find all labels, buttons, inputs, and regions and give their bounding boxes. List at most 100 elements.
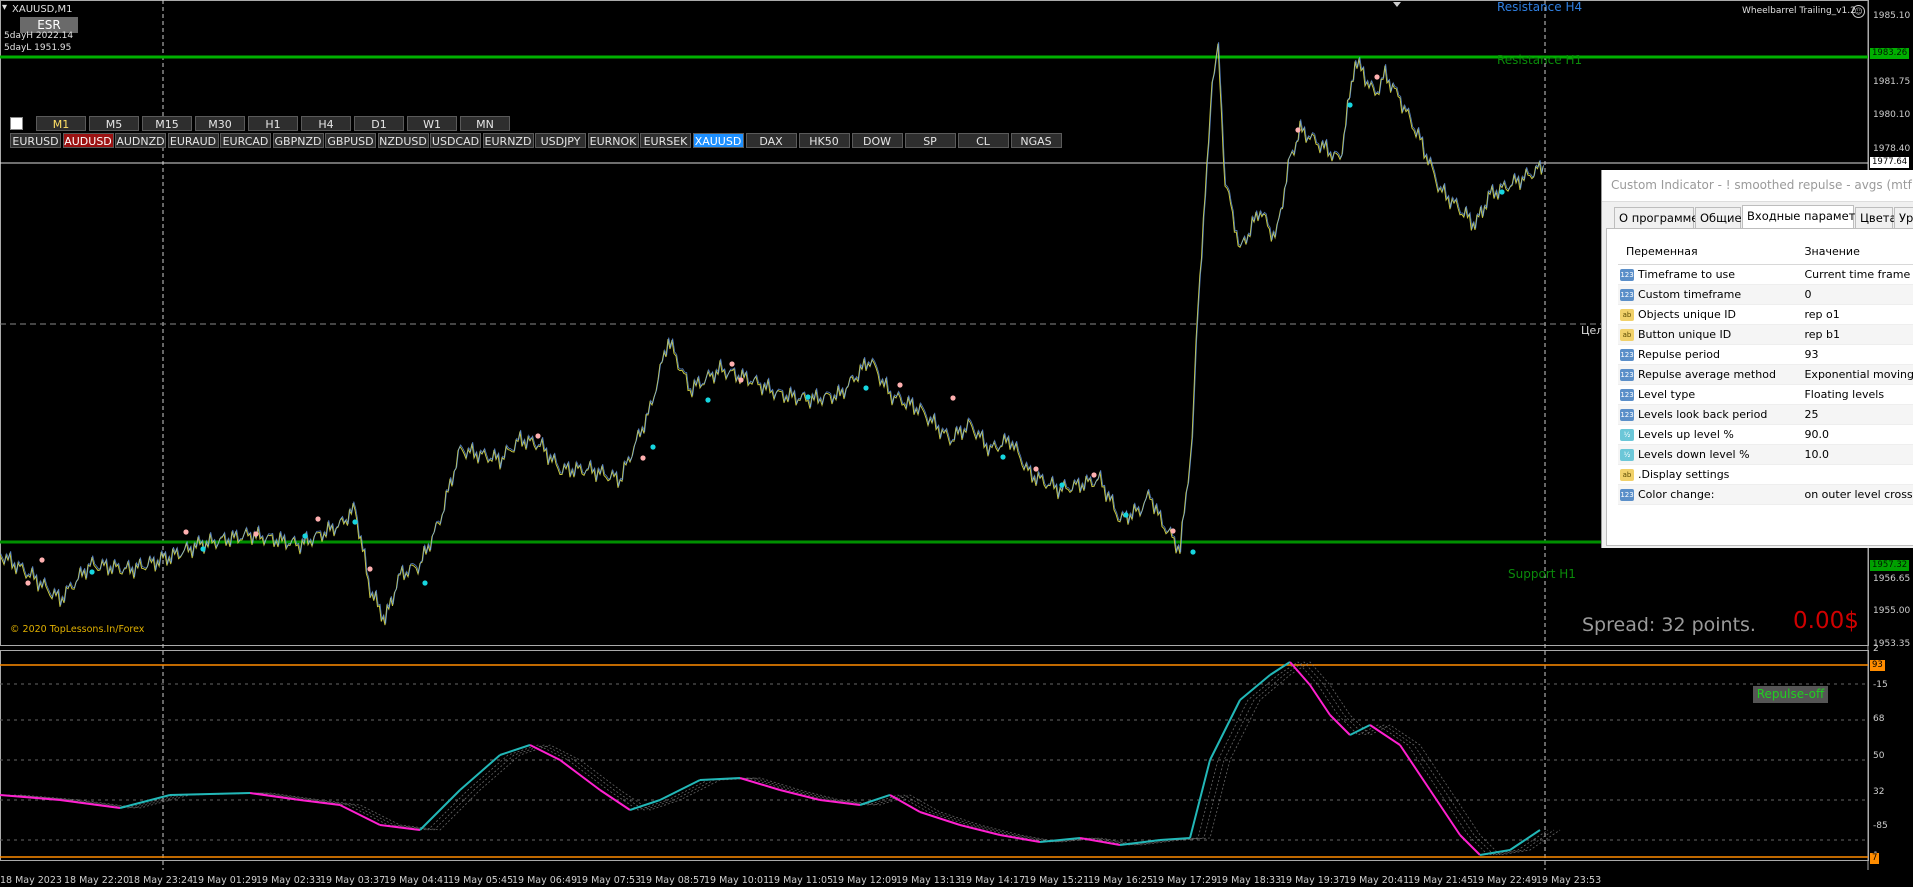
price-axis-label: 1956.65 — [1873, 573, 1911, 584]
buy-signal-dot — [352, 519, 358, 525]
timeframe-button-w1[interactable]: W1 — [407, 116, 457, 131]
parameter-value[interactable]: 93 — [1796, 344, 1913, 365]
parameter-row[interactable]: 123 Custom timeframe 0 — [1618, 284, 1913, 305]
parameter-value[interactable]: Current time frame — [1796, 264, 1913, 285]
symbol-button-nzdusd[interactable]: NZDUSD — [377, 133, 429, 148]
parameter-value[interactable]: Floating levels — [1796, 384, 1913, 405]
repulse-down-segment — [0, 794, 61, 801]
dialog-title[interactable]: Custom Indicator - ! smoothed repulse - … — [1602, 170, 1913, 202]
timeframe-button-m30[interactable]: M30 — [195, 116, 245, 131]
chart-menu-triangle-icon[interactable]: ▾ — [2, 2, 7, 13]
symbol-button-eurcad[interactable]: EURCAD — [220, 133, 271, 148]
parameter-value[interactable]: Exponential moving — [1796, 364, 1913, 385]
parameter-row[interactable]: ab Button unique ID rep b1 — [1618, 324, 1913, 345]
symbol-button-dow[interactable]: DOW — [851, 133, 903, 148]
symbol-button-xauusd[interactable]: XAUUSD — [692, 133, 744, 148]
parameter-name: Objects unique ID — [1638, 308, 1736, 322]
parameter-row[interactable]: ab .Display settings — [1618, 464, 1913, 485]
parameter-value[interactable]: 25 — [1796, 404, 1913, 425]
resistance-h4-label: Resistance H4 — [1497, 0, 1583, 14]
timeframe-button-d1[interactable]: D1 — [354, 116, 404, 131]
dialog-tab-0[interactable]: О программе — [1614, 207, 1698, 228]
time-axis-label: 19 May 10:01 — [704, 875, 770, 886]
dialog-tab-1[interactable]: Общие — [1695, 207, 1742, 228]
parameter-row[interactable]: ab Objects unique ID rep o1 — [1618, 304, 1913, 325]
price-axis-label: 1978.40 — [1873, 143, 1911, 154]
string-icon: ab — [1620, 308, 1634, 321]
symbol-button-gbpnzd[interactable]: GBPNZD — [272, 133, 324, 148]
symbol-button-usdcad[interactable]: USDCAD — [430, 133, 481, 148]
time-axis-label: 19 May 21:45 — [1408, 875, 1474, 886]
parameter-value[interactable] — [1796, 464, 1913, 485]
symbol-button-eursek[interactable]: EURSEK — [640, 133, 691, 148]
smiley-icon: ☺ — [1852, 5, 1865, 18]
int-icon: 123 — [1620, 488, 1634, 501]
resistance-h1-label: Resistance H1 — [1497, 53, 1583, 67]
price-axis-label: 1955.00 — [1873, 606, 1911, 617]
repulse-toggle-button[interactable]: Repulse-off — [1753, 686, 1828, 703]
parameter-name: Color change: — [1638, 488, 1715, 502]
parameter-row[interactable]: 123 Color change: on outer level cross — [1618, 484, 1913, 505]
symbol-button-eurusd[interactable]: EURUSD — [10, 133, 61, 148]
symbol-button-gbpusd[interactable]: GBPUSD — [325, 133, 376, 148]
parameter-row[interactable]: 123 Levels look back period 25 — [1618, 404, 1913, 425]
repulse-up-segment — [659, 779, 701, 801]
buy-signal-dot — [1190, 549, 1196, 555]
parameter-row[interactable]: ½ Levels down level % 10.0 — [1618, 444, 1913, 465]
parameter-row[interactable]: 123 Timeframe to use Current time frame — [1618, 264, 1913, 285]
indicator-axis-label: 50 — [1873, 750, 1885, 761]
sell-signal-dot — [183, 529, 189, 535]
column-header-value[interactable]: Значение — [1796, 238, 1913, 265]
time-axis-label: 19 May 12:09 — [832, 875, 898, 886]
symbol-button-audusd[interactable]: AUDUSD — [62, 133, 114, 148]
parameter-value[interactable]: 0 — [1796, 284, 1913, 305]
parameter-row[interactable]: 123 Repulse average method Exponential mov… — [1618, 364, 1913, 385]
symbol-button-dax[interactable]: DAX — [745, 133, 797, 148]
parameter-value[interactable]: 90.0 — [1796, 424, 1913, 445]
timeframe-button-mn[interactable]: MN — [460, 116, 510, 131]
parameter-value[interactable]: rep b1 — [1796, 324, 1913, 345]
parameter-value[interactable]: rep o1 — [1796, 304, 1913, 325]
symbol-button-ngas[interactable]: NGAS — [1010, 133, 1062, 148]
panel-checkbox[interactable] — [10, 117, 23, 130]
timeframe-button-m5[interactable]: M5 — [89, 116, 139, 131]
symbol-button-eurnok[interactable]: EURNOK — [587, 133, 639, 148]
parameter-value[interactable]: on outer level cross — [1796, 484, 1913, 505]
timeframe-button-h4[interactable]: H4 — [301, 116, 351, 131]
symbol-button-euraud[interactable]: EURAUD — [167, 133, 219, 148]
double-icon: ½ — [1620, 448, 1634, 461]
indicator-axis-label: 32 — [1873, 786, 1885, 797]
repulse-average-line — [13, 661, 1555, 856]
symbol-button-hk50[interactable]: HK50 — [798, 133, 850, 148]
dialog-tab-2[interactable]: Входные параметры — [1742, 205, 1872, 228]
timeframe-button-m15[interactable]: M15 — [142, 116, 192, 131]
timeframe-button-m1[interactable]: M1 — [36, 116, 86, 131]
symbol-button-usdjpy[interactable]: USDJPY — [535, 133, 586, 148]
timeframe-button-h1[interactable]: H1 — [248, 116, 298, 131]
time-axis-label: 18 May 22:20 — [64, 875, 130, 886]
time-axis-label: 19 May 03:37 — [320, 875, 386, 886]
support-h1-label: Support H1 — [1508, 567, 1576, 581]
dialog-tab-3[interactable]: Цвета — [1855, 207, 1897, 228]
symbol-button-sp[interactable]: SP — [904, 133, 956, 148]
parameter-name: Repulse average method — [1638, 368, 1776, 382]
current-price-tag: 1977.64 — [1870, 157, 1910, 168]
parameter-row[interactable]: ½ Levels up level % 90.0 — [1618, 424, 1913, 445]
time-axis-label: 19 May 14:17 — [960, 875, 1026, 886]
sell-signal-dot — [1033, 466, 1039, 472]
symbol-button-audnzd[interactable]: AUDNZD — [115, 133, 166, 148]
indicator-properties-dialog[interactable]: Custom Indicator - ! smoothed repulse - … — [1601, 170, 1913, 548]
parameter-row[interactable]: 123 Repulse period 93 — [1618, 344, 1913, 365]
repulse-up-segment — [1189, 759, 1211, 839]
column-header-variable[interactable]: Переменная — [1618, 238, 1797, 265]
buy-signal-dot — [805, 394, 811, 400]
parameter-row[interactable]: 123 Level type Floating levels — [1618, 384, 1913, 405]
symbol-button-eurnzd[interactable]: EURNZD — [482, 133, 534, 148]
lower-level-tag: 7 — [1870, 853, 1880, 864]
time-axis-label: 19 May 01:29 — [192, 875, 258, 886]
parameter-value[interactable]: 10.0 — [1796, 444, 1913, 465]
shift-marker-icon — [1393, 2, 1401, 7]
parameter-name: .Display settings — [1638, 468, 1730, 482]
dialog-tab-4[interactable]: Ур — [1894, 207, 1913, 228]
symbol-button-cl[interactable]: CL — [957, 133, 1009, 148]
